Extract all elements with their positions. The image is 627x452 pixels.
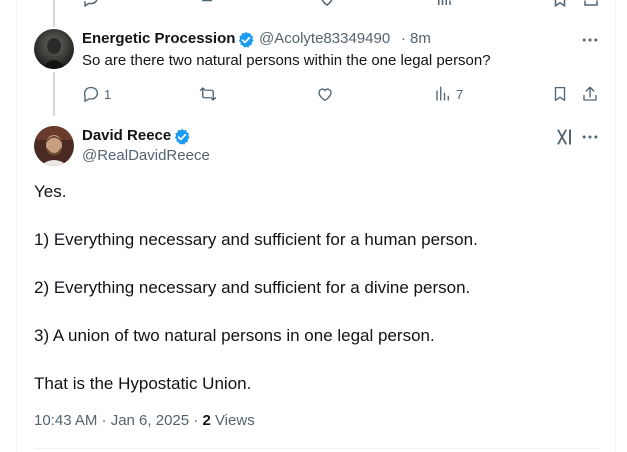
views-count: 7 bbox=[456, 86, 464, 102]
tweet-views-label: Views bbox=[214, 412, 255, 429]
separator-dot: · bbox=[401, 30, 406, 47]
divider bbox=[34, 448, 600, 449]
tweet-paragraph: Yes. bbox=[34, 182, 67, 201]
author-handle[interactable]: @RealDavidReece bbox=[82, 147, 210, 164]
verified-badge-icon bbox=[237, 31, 255, 49]
tweet-paragraph: 2) Everything necessary and sufficient f… bbox=[34, 278, 471, 297]
tweet-paragraph: That is the Hypostatic Union. bbox=[34, 374, 252, 393]
share-icon[interactable] bbox=[582, 0, 602, 6]
more-icon[interactable] bbox=[580, 30, 600, 50]
like-button[interactable] bbox=[316, 84, 334, 104]
tweet-views-count: 2 bbox=[202, 412, 211, 429]
bookmark-icon[interactable] bbox=[551, 0, 571, 8]
reply-button[interactable]: 1 bbox=[82, 84, 111, 104]
tweet-metadata: 10:43 AM · Jan 6, 2025 · 2 Views bbox=[34, 412, 255, 429]
reply-text: So are there two natural persons within … bbox=[82, 52, 491, 69]
previous-tweet-actions bbox=[0, 0, 627, 8]
retweet-icon bbox=[199, 87, 217, 101]
tweet-timestamp[interactable]: 10:43 AM · Jan 6, 2025 · bbox=[34, 412, 202, 429]
like-icon[interactable] bbox=[318, 0, 338, 6]
reply-icon bbox=[83, 86, 98, 103]
tweet-paragraph: 3) A union of two natural persons in one… bbox=[34, 326, 435, 345]
bookmark-button[interactable] bbox=[551, 84, 569, 104]
views-button[interactable]: 7 bbox=[434, 84, 463, 104]
thread-connector bbox=[53, 72, 55, 116]
views-icon[interactable] bbox=[435, 0, 455, 5]
grok-icon[interactable] bbox=[555, 127, 575, 147]
retweet-button[interactable] bbox=[199, 84, 217, 104]
share-icon bbox=[583, 86, 597, 101]
author-avatar[interactable] bbox=[34, 126, 74, 166]
bookmark-icon bbox=[554, 86, 566, 102]
thread-connector-top bbox=[53, 0, 55, 27]
verified-badge-icon bbox=[173, 128, 191, 146]
reply-avatar[interactable] bbox=[34, 29, 74, 69]
reply-count: 1 bbox=[104, 86, 112, 102]
tweet-paragraph: 1) Everything necessary and sufficient f… bbox=[34, 230, 478, 249]
more-icon[interactable] bbox=[580, 127, 600, 147]
retweet-icon[interactable] bbox=[200, 0, 220, 4]
like-icon bbox=[318, 88, 332, 102]
author-display-name[interactable]: David Reece bbox=[82, 127, 171, 144]
reply-handle[interactable]: @Acolyte83349490 bbox=[259, 30, 390, 47]
reply-time[interactable]: 8m bbox=[410, 30, 431, 47]
reply-icon[interactable] bbox=[82, 0, 102, 8]
share-button[interactable] bbox=[581, 84, 599, 104]
reply-display-name[interactable]: Energetic Procession bbox=[82, 30, 235, 47]
views-icon bbox=[436, 86, 449, 101]
